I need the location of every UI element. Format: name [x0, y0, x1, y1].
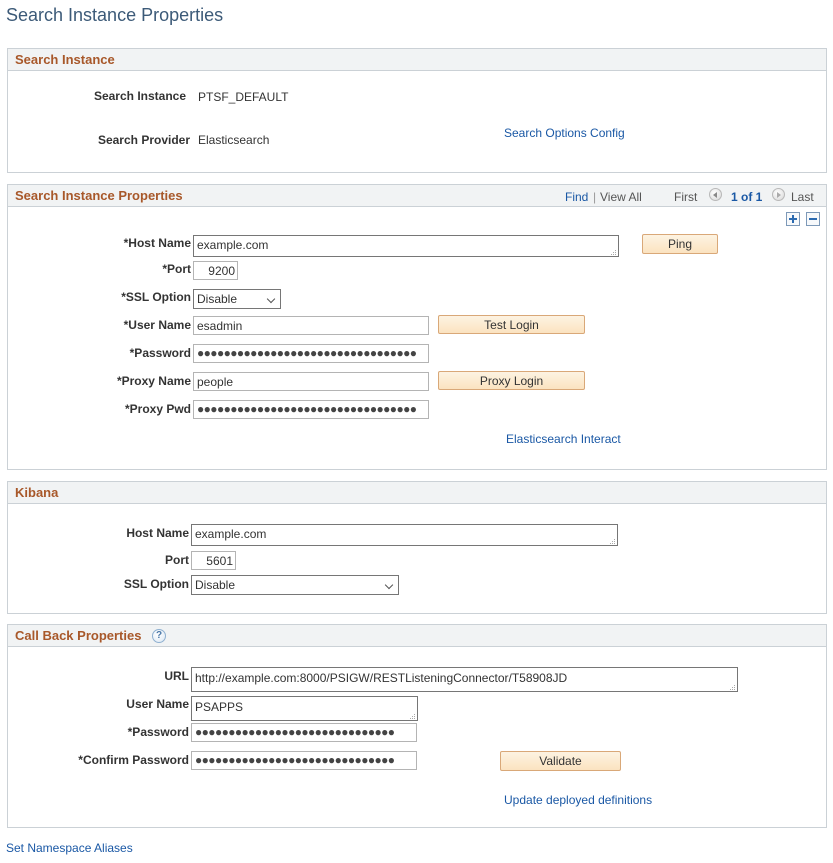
section-header: Search Instance: [8, 49, 826, 71]
search-instance-value: PTSF_DEFAULT: [198, 90, 289, 104]
next-row-icon[interactable]: [772, 188, 785, 201]
kibana-host-name-label: Host Name: [126, 526, 189, 540]
previous-row-icon[interactable]: [709, 188, 722, 201]
password-label: *Password: [129, 346, 191, 360]
chevron-down-icon: [384, 580, 394, 590]
chevron-down-icon: [266, 294, 276, 304]
password-input[interactable]: ●●●●●●●●●●●●●●●●●●●●●●●●●●●●●●●●●: [193, 344, 429, 363]
confirm-password-input[interactable]: ●●●●●●●●●●●●●●●●●●●●●●●●●●●●●●: [191, 751, 417, 770]
ssl-option-label: *SSL Option: [121, 290, 191, 304]
search-instance-label: Search Instance: [93, 89, 186, 103]
url-input[interactable]: http://example.com:8000/PSIGW/RESTListen…: [191, 667, 738, 692]
view-all-link[interactable]: View All: [600, 190, 642, 204]
section-title: Search Instance: [15, 52, 115, 67]
search-provider-value: Elasticsearch: [198, 133, 270, 147]
kibana-section: Kibana Host Name example.com Port 5601 S…: [7, 481, 827, 614]
section-title: Call Back Properties: [15, 628, 142, 643]
user-name-label: *User Name: [123, 318, 191, 332]
kibana-ssl-option-select[interactable]: Disable: [191, 575, 399, 595]
host-name-label: *Host Name: [123, 236, 191, 250]
search-instance-section: Search Instance Search Instance PTSF_DEF…: [7, 48, 827, 173]
find-link[interactable]: Find: [565, 190, 588, 204]
set-namespace-aliases-link[interactable]: Set Namespace Aliases: [6, 841, 133, 855]
callback-password-label: *Password: [127, 725, 189, 739]
search-options-config-link[interactable]: Search Options Config: [504, 126, 625, 140]
validate-button[interactable]: Validate: [500, 751, 621, 771]
callback-password-input[interactable]: ●●●●●●●●●●●●●●●●●●●●●●●●●●●●●●: [191, 723, 417, 742]
help-icon[interactable]: ?: [152, 629, 166, 643]
proxy-login-button[interactable]: Proxy Login: [438, 371, 585, 390]
search-instance-properties-section: Search Instance Properties Find | View A…: [7, 184, 827, 470]
kibana-port-label: Port: [165, 553, 189, 567]
add-row-button[interactable]: [786, 212, 800, 226]
user-name-input[interactable]: esadmin: [193, 316, 429, 335]
port-input[interactable]: 9200: [193, 261, 238, 280]
kibana-port-input[interactable]: 5601: [191, 551, 236, 570]
callback-user-name-input[interactable]: PSAPPS: [191, 696, 418, 721]
delete-row-button[interactable]: [806, 212, 820, 226]
page-title: Search Instance Properties: [6, 5, 224, 25]
proxy-pwd-label: *Proxy Pwd: [124, 402, 191, 416]
proxy-pwd-input[interactable]: ●●●●●●●●●●●●●●●●●●●●●●●●●●●●●●●●●: [193, 400, 429, 419]
section-title: Kibana: [15, 485, 59, 500]
nav-separator: |: [593, 190, 597, 204]
proxy-name-input[interactable]: people: [193, 372, 429, 391]
resize-handle-icon[interactable]: [408, 712, 415, 719]
section-header: Call Back Properties ?: [8, 625, 826, 647]
elasticsearch-interact-link[interactable]: Elasticsearch Interact: [506, 432, 621, 446]
last-label[interactable]: Last: [791, 190, 814, 204]
search-provider-label: Search Provider: [97, 133, 190, 147]
confirm-password-label: *Confirm Password: [78, 753, 189, 767]
resize-handle-icon[interactable]: [609, 248, 616, 255]
kibana-host-name-input[interactable]: example.com: [191, 524, 618, 546]
update-deployed-definitions-link[interactable]: Update deployed definitions: [504, 793, 652, 807]
callback-user-name-label: User Name: [126, 697, 189, 711]
ssl-option-select[interactable]: Disable: [193, 289, 281, 309]
resize-handle-icon[interactable]: [728, 683, 735, 690]
test-login-button[interactable]: Test Login: [438, 315, 585, 334]
resize-handle-icon[interactable]: [608, 537, 615, 544]
section-title: Search Instance Properties: [15, 188, 183, 203]
host-name-input[interactable]: example.com: [193, 235, 619, 257]
first-label[interactable]: First: [674, 190, 697, 204]
section-header: Kibana: [8, 482, 826, 504]
section-header: Search Instance Properties Find | View A…: [8, 185, 826, 207]
ping-button[interactable]: Ping: [642, 234, 718, 254]
port-label: *Port: [162, 262, 191, 276]
call-back-properties-section: Call Back Properties ? URL http://exampl…: [7, 624, 827, 828]
proxy-name-label: *Proxy Name: [116, 374, 191, 388]
page-status: 1 of 1: [731, 190, 763, 204]
kibana-ssl-option-label: SSL Option: [123, 577, 189, 591]
url-label: URL: [164, 669, 189, 683]
